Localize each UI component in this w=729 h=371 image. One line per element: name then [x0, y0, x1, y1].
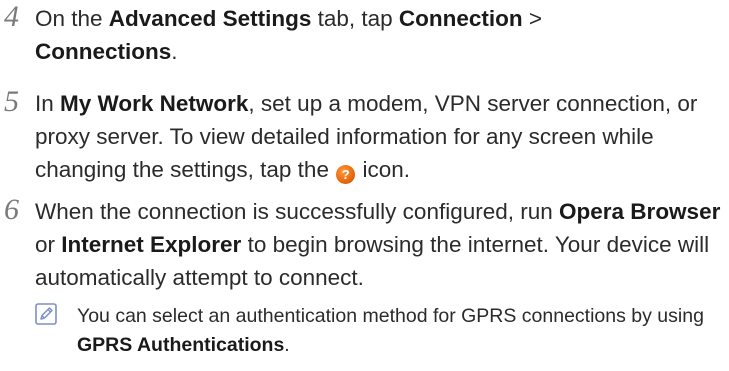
text-run: . [284, 334, 290, 356]
opera-browser-term: Opera Browser [559, 199, 721, 224]
connection-term: Connection [398, 6, 523, 31]
text-run: or [35, 232, 62, 257]
step-6-text: When the connection is successfully conf… [35, 195, 725, 294]
step-5-text: In My Work Network, set up a modem, VPN … [35, 87, 725, 186]
advanced-settings-term: Advanced Settings [108, 6, 312, 31]
step-4-text: On the Advanced Settings tab, tap Connec… [35, 2, 725, 68]
text-run: icon. [356, 157, 410, 182]
text-run: > [522, 6, 543, 31]
note-pencil-icon [35, 303, 57, 325]
my-work-network-term: My Work Network [60, 91, 249, 116]
gprs-authentications-term: GPRS Authentications [77, 334, 285, 356]
step-number: 6 [4, 193, 19, 226]
text-run: . [171, 39, 178, 64]
connections-term: Connections [35, 39, 172, 64]
text-run: In [35, 91, 61, 116]
text-run: tab, tap [311, 6, 399, 31]
text-run: You can select an authentication method … [77, 305, 704, 327]
step-number: 5 [4, 85, 19, 118]
text-run: On the [35, 6, 109, 31]
internet-explorer-term: Internet Explorer [61, 232, 242, 257]
note-text: You can select an authentication method … [77, 302, 722, 360]
help-icon: ? [336, 165, 356, 184]
step-number: 4 [4, 0, 19, 33]
text-run: When the connection is successfully conf… [35, 199, 560, 224]
